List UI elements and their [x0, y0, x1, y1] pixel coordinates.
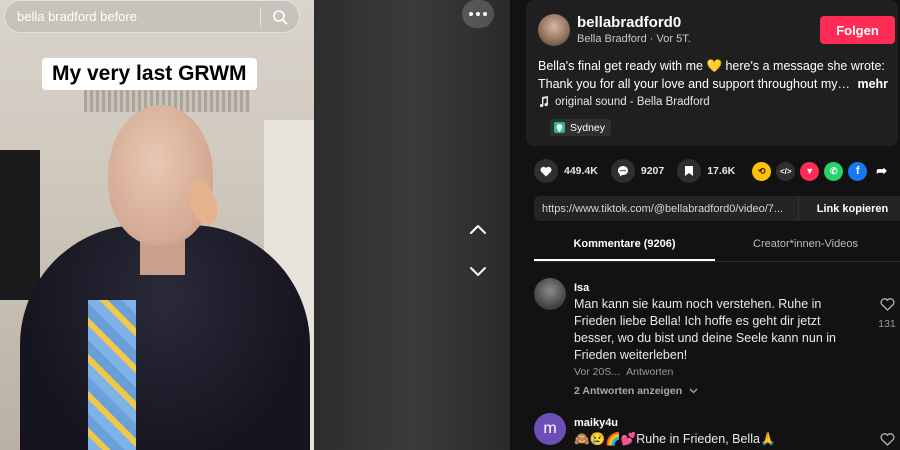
comment-like-count: 131 — [878, 318, 896, 330]
search-bar[interactable] — [4, 0, 300, 33]
share-link-row: https://www.tiktok.com/@bellabradford0/v… — [534, 196, 900, 221]
whatsapp-icon[interactable]: ✆ — [824, 161, 844, 181]
chevron-up-icon — [470, 225, 486, 234]
comment-action[interactable]: 9207 — [610, 159, 665, 183]
previous-video-button[interactable] — [464, 215, 492, 243]
dot-icon — [469, 12, 473, 16]
tab-creator-videos[interactable]: Creator*innen-Videos — [715, 233, 896, 261]
video-info-card: bellabradford0 Bella Bradford · Vor 5T. … — [526, 0, 898, 146]
description-text: Thank you for all your love and support … — [538, 77, 850, 91]
comment-text: Man kann sie kaum noch verstehen. Ruhe i… — [574, 297, 836, 362]
search-button[interactable] — [261, 0, 299, 33]
save-action[interactable]: 17.6K — [677, 159, 735, 183]
comment-text: 🙈😢🌈💕Ruhe in Frieden, Bella🙏 — [574, 432, 776, 446]
location-label: Sydney — [570, 121, 606, 134]
action-bar: 449.4K 9207 17.6K ⟲ </> ▼ ✆ f ➦ — [534, 159, 900, 183]
chevron-down-icon — [689, 388, 698, 394]
more-options-button[interactable] — [462, 0, 494, 28]
description-line-2: Thank you for all your love and support … — [538, 75, 894, 93]
video-caption: My very last GRWM — [42, 58, 257, 90]
pajama — [88, 300, 136, 450]
heart-outline-icon — [879, 298, 895, 311]
follow-button[interactable]: Folgen — [820, 16, 895, 44]
view-replies-button[interactable]: 2 Antworten anzeigen — [574, 385, 698, 397]
location-tag[interactable]: Sydney — [550, 119, 612, 136]
share-arrow-icon[interactable]: ➦ — [872, 162, 891, 181]
reply-button[interactable]: Antworten — [626, 366, 673, 378]
author-display-name[interactable]: Bella Bradford — [577, 33, 647, 45]
repost-icon[interactable]: ⟲ — [752, 161, 772, 181]
sound-link[interactable]: original sound - Bella Bradford — [538, 96, 710, 108]
heart-outline-icon — [879, 433, 895, 446]
search-icon — [273, 9, 288, 24]
author-subline: Bella Bradford · Vor 5T. — [577, 33, 691, 45]
details-panel: bellabradford0 Bella Bradford · Vor 5T. … — [510, 0, 900, 450]
comment-like[interactable] — [874, 433, 900, 450]
tv-screen — [0, 150, 40, 300]
music-note-icon — [539, 96, 549, 108]
copy-link-button[interactable]: Link kopieren — [798, 196, 900, 221]
comment-author[interactable]: Isa — [574, 282, 589, 294]
comment-item: m maiky4u 🙈😢🌈💕Ruhe in Frieden, Bella🙏 — [534, 413, 900, 450]
comment-count: 9207 — [640, 165, 665, 177]
post-time: Vor 5T. — [656, 33, 691, 45]
comment-avatar[interactable]: m — [534, 413, 566, 445]
comment-time: Vor 20S... — [574, 366, 621, 378]
person-head — [108, 105, 213, 245]
embed-code-icon[interactable]: </> — [776, 161, 796, 181]
like-count: 449.4K — [564, 165, 598, 177]
dot-icon — [476, 12, 480, 16]
share-link-url[interactable]: https://www.tiktok.com/@bellabradford0/v… — [534, 203, 798, 215]
search-input[interactable] — [5, 9, 260, 24]
chevron-down-icon — [470, 267, 486, 276]
send-icon[interactable]: ▼ — [800, 161, 820, 181]
comment-bubble-icon[interactable] — [610, 159, 635, 183]
save-count: 17.6K — [707, 165, 736, 177]
comment-tabs: Kommentare (9206) Creator*innen-Videos — [534, 233, 900, 262]
sound-label: original sound - Bella Bradford — [555, 96, 710, 108]
share-options: ⟲ </> ▼ ✆ f ➦ — [752, 161, 891, 181]
dot-icon — [483, 12, 487, 16]
tab-comments[interactable]: Kommentare (9206) — [534, 233, 715, 261]
description-line-1: Bella's final get ready with me 💛 here's… — [538, 59, 885, 73]
video-player[interactable]: My very last GRWM — [0, 0, 510, 450]
heart-icon[interactable] — [534, 159, 558, 183]
facebook-icon[interactable]: f — [848, 161, 868, 181]
comment-like[interactable]: 131 — [874, 298, 900, 330]
comment-author[interactable]: maiky4u — [574, 417, 618, 429]
view-replies-label: 2 Antworten anzeigen — [574, 385, 683, 397]
video-description: Bella's final get ready with me 💛 here's… — [538, 57, 894, 93]
author-username[interactable]: bellabradford0 — [577, 14, 681, 31]
like-action[interactable]: 449.4K — [534, 159, 598, 183]
author-avatar[interactable] — [538, 14, 570, 46]
video-frame[interactable]: My very last GRWM — [0, 0, 314, 450]
bookmark-icon[interactable] — [677, 159, 702, 183]
next-video-button[interactable] — [464, 258, 492, 286]
comment-avatar[interactable] — [534, 278, 566, 310]
separator-dot: · — [649, 33, 657, 45]
description-more-link[interactable]: mehr — [857, 77, 888, 91]
comment-item: Isa Man kann sie kaum noch verstehen. Ru… — [534, 278, 900, 408]
comment-meta: Vor 20S... Antworten — [574, 366, 673, 378]
location-pin-icon — [554, 122, 565, 133]
